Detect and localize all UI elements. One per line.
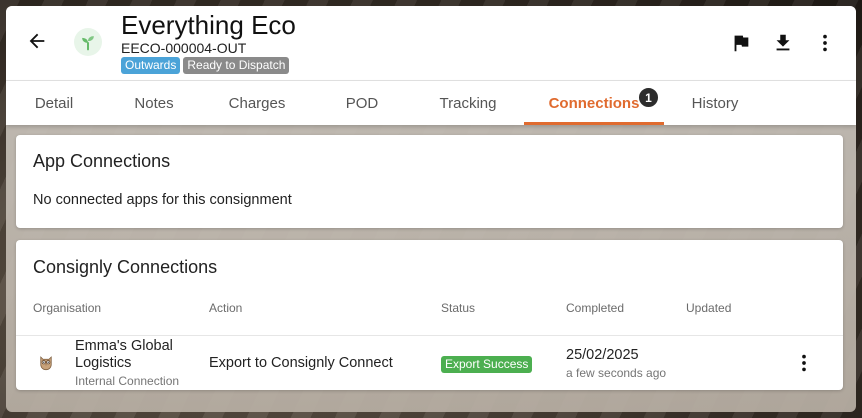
- tab-charges[interactable]: Charges: [212, 81, 302, 125]
- app-connections-title: App Connections: [33, 151, 171, 171]
- status-chip: Export Success: [441, 356, 533, 373]
- arrow-left-icon: [29, 33, 45, 49]
- app-connections-card: App Connections No connected apps for th…: [16, 135, 843, 228]
- active-tab-indicator: [524, 122, 664, 125]
- consignly-connections-card: Consignly Connections Organisation Actio…: [16, 240, 843, 390]
- tab-notes[interactable]: Notes: [110, 81, 198, 125]
- tab-detail[interactable]: Detail: [10, 81, 98, 125]
- more-vertical-icon: [823, 34, 827, 52]
- consignment-panel: Everything Eco EECO-000004-OUT Outwards …: [6, 6, 856, 412]
- status-badges: Outwards Ready to Dispatch: [121, 57, 290, 74]
- download-button[interactable]: [770, 30, 796, 56]
- column-header-completed: Completed: [566, 301, 625, 315]
- row-menu-button[interactable]: [792, 350, 816, 376]
- completed-relative-time: a few seconds ago: [566, 366, 667, 380]
- download-icon: [776, 34, 790, 51]
- status-badge: Ready to Dispatch: [183, 57, 290, 74]
- column-header-status: Status: [441, 301, 476, 315]
- column-header-action: Action: [209, 301, 243, 315]
- tab-bar: Detail Notes Charges POD Tracking Connec…: [6, 81, 856, 125]
- company-logo: [74, 28, 102, 56]
- header-actions: [728, 30, 838, 56]
- completed-date: 25/02/2025: [566, 347, 639, 363]
- tab-tracking[interactable]: Tracking: [420, 81, 516, 125]
- page-title: Everything Eco: [121, 10, 296, 40]
- direction-badge: Outwards: [121, 57, 181, 74]
- more-vertical-icon: [802, 354, 806, 372]
- column-header-updated: Updated: [686, 301, 732, 315]
- flag-button[interactable]: [728, 30, 754, 56]
- organisation-name: Emma's Global Logistics: [75, 338, 173, 371]
- consignment-reference: EECO-000004-OUT: [121, 40, 247, 56]
- consignly-connections-title: Consignly Connections: [33, 257, 218, 277]
- column-header-organisation: Organisation: [33, 301, 102, 315]
- sprout-icon: [82, 36, 94, 51]
- connections-count-badge: 1: [637, 86, 660, 109]
- empty-state-message: No connected apps for this consignment: [33, 192, 292, 208]
- back-button[interactable]: [24, 28, 50, 54]
- flag-icon: [734, 35, 749, 52]
- more-menu-button[interactable]: [812, 30, 838, 56]
- owl-icon: [40, 356, 52, 371]
- table-row[interactable]: Emma's Global Logistics Internal Connect…: [16, 336, 843, 390]
- action-cell: Export to Consignly Connect: [209, 355, 393, 371]
- tab-pod[interactable]: POD: [322, 81, 402, 125]
- organisation-connection-type: Internal Connection: [75, 374, 180, 388]
- tab-history[interactable]: History: [670, 81, 760, 125]
- consignment-header: Everything Eco EECO-000004-OUT Outwards …: [6, 6, 856, 80]
